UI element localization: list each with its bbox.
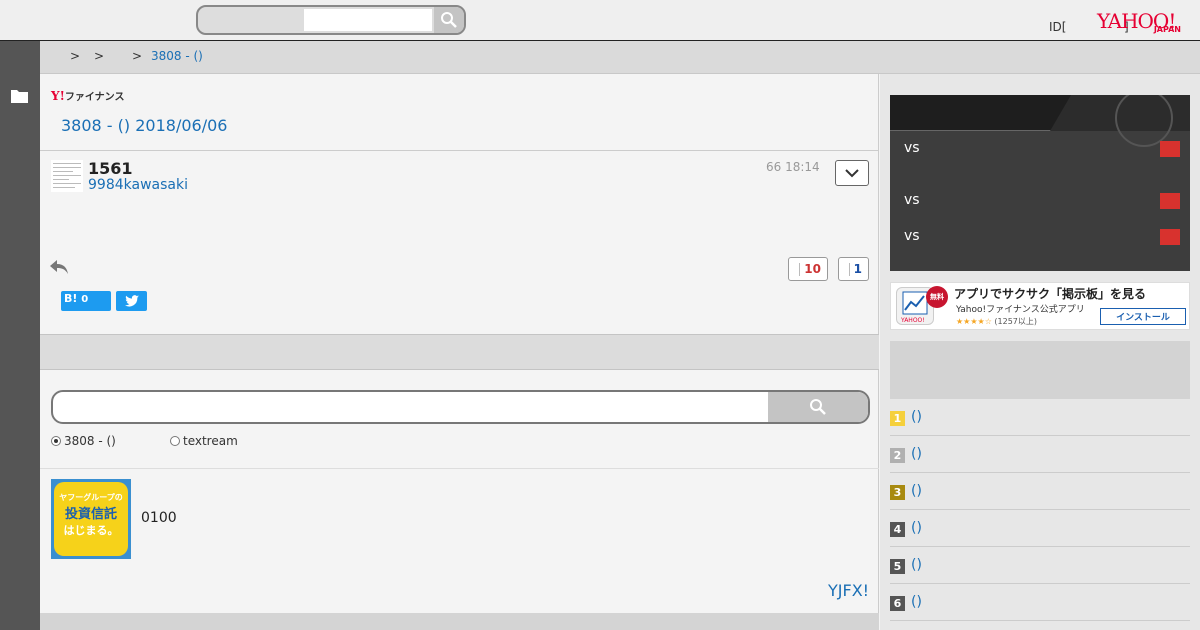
rank-label[interactable]: () bbox=[911, 483, 922, 499]
rank-badge: 6 bbox=[890, 596, 905, 611]
game-status-badge bbox=[1160, 229, 1180, 245]
radio-button[interactable] bbox=[170, 436, 180, 446]
rank-label[interactable]: () bbox=[911, 409, 922, 425]
yahoo-logo-sub: JAPAN bbox=[1153, 25, 1181, 34]
radio-label: 3808 - () bbox=[64, 434, 116, 448]
radio-search-textream[interactable]: textream bbox=[170, 434, 238, 448]
app-ad-title: アプリでサクサク「掲示板」を見る bbox=[954, 287, 1147, 301]
post-thumbnail[interactable] bbox=[51, 160, 83, 192]
rating-stars: ★★★★☆ bbox=[956, 317, 992, 326]
folder-icon[interactable] bbox=[11, 88, 28, 107]
radio-button-selected[interactable] bbox=[51, 436, 61, 446]
baseball-scores-widget: vs vs vs bbox=[890, 95, 1190, 271]
rank-label[interactable]: () bbox=[911, 594, 922, 610]
ad-banner-line1: ヤフーグループの bbox=[59, 493, 123, 502]
breadcrumb-separator: > bbox=[94, 49, 105, 63]
sidebar-placeholder-box bbox=[890, 341, 1190, 399]
game-label[interactable]: vs bbox=[904, 140, 920, 156]
divider bbox=[40, 150, 879, 151]
search-icon bbox=[441, 12, 457, 28]
separator-band bbox=[40, 334, 879, 370]
hatena-label: B! bbox=[64, 292, 78, 305]
search-icon bbox=[810, 399, 826, 415]
install-button[interactable]: インストール bbox=[1100, 308, 1186, 325]
baseball-icon bbox=[1115, 95, 1173, 147]
login-id-label[interactable]: ID[ bbox=[1049, 20, 1066, 34]
main-content: Y!ファイナンス 3808 - () 2018/06/06 1561 9984k… bbox=[40, 74, 879, 630]
hatena-count: 0 bbox=[81, 294, 89, 305]
ranking-row[interactable]: 4 () bbox=[890, 510, 1190, 547]
yahoo-finance-logo[interactable]: Y!ファイナンス bbox=[51, 88, 124, 103]
board-search-button[interactable] bbox=[768, 392, 868, 422]
game-status-badge bbox=[1160, 141, 1180, 157]
breadcrumb: > > > 3808 - () bbox=[40, 41, 1200, 74]
radio-label: textream bbox=[183, 434, 238, 448]
rating-count: (1257以上) bbox=[994, 317, 1038, 326]
investment-trust-ad-banner[interactable]: ヤフーグループの 投資信託 はじまる。 bbox=[51, 479, 131, 559]
reply-icon[interactable] bbox=[50, 259, 68, 279]
rank-label[interactable]: () bbox=[911, 446, 922, 462]
dislike-count: 1 bbox=[853, 262, 862, 276]
free-badge: 無料 bbox=[926, 286, 948, 308]
finance-logo-text: ファイナンス bbox=[64, 92, 125, 103]
ad-text[interactable]: 0100 bbox=[141, 510, 177, 526]
dislike-divider bbox=[849, 263, 850, 276]
ranking-row[interactable]: 5 () bbox=[890, 547, 1190, 584]
post-number: 1561 bbox=[88, 159, 133, 178]
like-count: 10 bbox=[804, 262, 821, 276]
game-label[interactable]: vs bbox=[904, 228, 920, 244]
ranking-row[interactable]: 2 () bbox=[890, 436, 1190, 473]
right-sidebar: vs vs vs YAHOO! 無料 アプリでサクサク「掲示板」を見る Yaho… bbox=[880, 74, 1200, 630]
ad-banner-line2: 投資信託 bbox=[64, 507, 117, 522]
game-label[interactable]: vs bbox=[904, 192, 920, 208]
radio-search-board[interactable]: 3808 - () bbox=[51, 434, 116, 448]
post-timestamp: 66 18:14 bbox=[766, 160, 820, 174]
rank-badge: 4 bbox=[890, 522, 905, 537]
site-search-input[interactable] bbox=[304, 9, 432, 31]
twitter-icon bbox=[124, 295, 139, 307]
board-title[interactable]: 3808 - () 2018/06/06 bbox=[61, 116, 227, 135]
divider bbox=[40, 468, 879, 469]
ranking-row[interactable]: 6 () bbox=[890, 584, 1190, 621]
left-sidebar bbox=[0, 41, 40, 630]
rank-label[interactable]: () bbox=[911, 557, 922, 573]
ad-banner-line3: はじまる。 bbox=[63, 524, 119, 537]
top-header: ID[ ] YAHOO! JAPAN bbox=[0, 0, 1200, 41]
rank-badge: 1 bbox=[890, 411, 905, 426]
yahoo-japan-logo[interactable]: YAHOO! JAPAN bbox=[1097, 10, 1187, 36]
rank-badge: 3 bbox=[890, 485, 905, 500]
game-status-badge bbox=[1160, 193, 1180, 209]
footer-band bbox=[40, 613, 879, 630]
site-search-button[interactable] bbox=[434, 7, 464, 33]
app-icon-logo: YAHOO! bbox=[900, 317, 925, 324]
like-divider bbox=[799, 263, 800, 276]
breadcrumb-separator: > bbox=[132, 49, 143, 63]
post-menu-button[interactable] bbox=[835, 160, 869, 186]
chevron-down-icon bbox=[845, 168, 859, 177]
breadcrumb-current[interactable]: 3808 - () bbox=[151, 49, 203, 63]
yjfx-link[interactable]: YJFX! bbox=[828, 581, 869, 600]
hatena-bookmark-button[interactable]: B! 0 bbox=[61, 291, 111, 311]
board-search-box bbox=[51, 390, 870, 424]
dislike-button[interactable]: 1 bbox=[838, 257, 869, 281]
rank-badge: 5 bbox=[890, 559, 905, 574]
like-button[interactable]: 10 bbox=[788, 257, 828, 281]
app-install-ad[interactable]: YAHOO! 無料 アプリでサクサク「掲示板」を見る Yahoo!ファイナンス公… bbox=[890, 282, 1190, 330]
rank-badge: 2 bbox=[890, 448, 905, 463]
post-username[interactable]: 9984kawasaki bbox=[88, 177, 188, 193]
board-search-input[interactable] bbox=[61, 396, 761, 418]
site-search-box bbox=[196, 5, 466, 35]
twitter-share-button[interactable] bbox=[116, 291, 147, 311]
ranking-row[interactable]: 3 () bbox=[890, 473, 1190, 510]
app-ad-rating: ★★★★☆ (1257以上) bbox=[956, 316, 1037, 327]
breadcrumb-separator: > bbox=[70, 49, 81, 63]
baseball-widget-header bbox=[890, 95, 1190, 147]
ranking-row[interactable]: 1 () bbox=[890, 399, 1190, 436]
app-ad-subtitle: Yahoo!ファイナンス公式アプリ bbox=[956, 305, 1085, 315]
rank-label[interactable]: () bbox=[911, 520, 922, 536]
finance-logo-mark: Y! bbox=[51, 89, 65, 103]
